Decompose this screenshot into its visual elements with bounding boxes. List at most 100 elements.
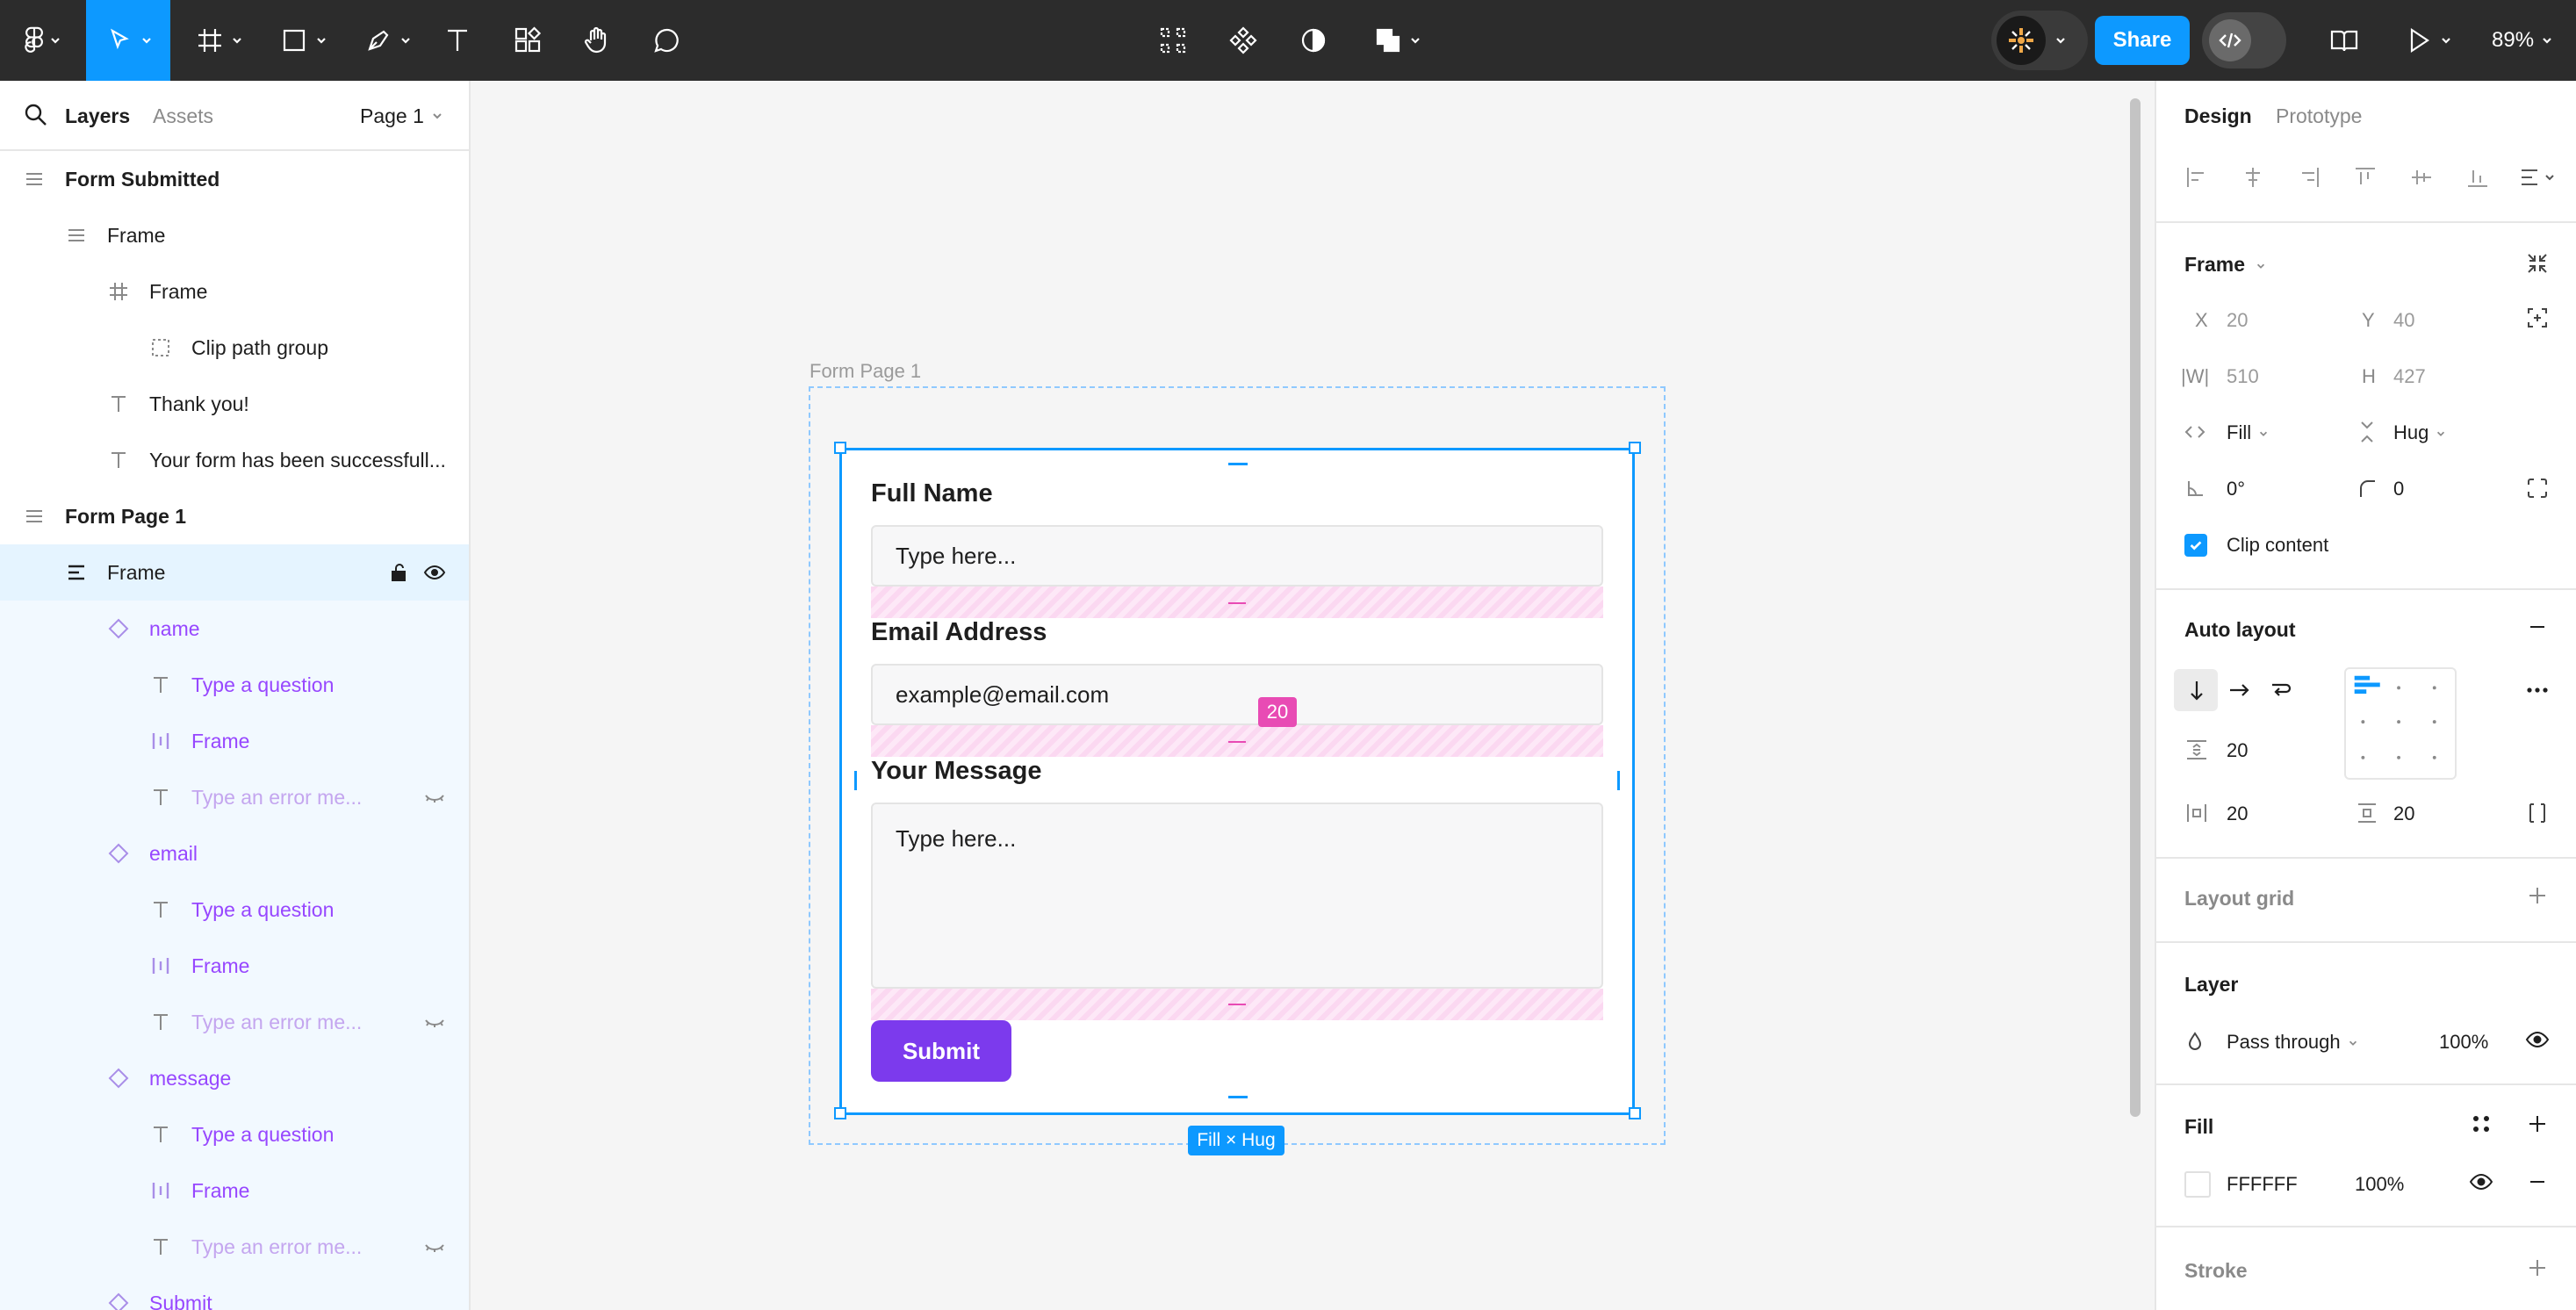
vertical-sizing-select[interactable]: Hug bbox=[2393, 421, 2446, 444]
layer-row[interactable]: Type an error me... bbox=[0, 769, 469, 825]
add-layout-grid-icon[interactable] bbox=[2525, 883, 2550, 908]
layer-row[interactable]: message bbox=[0, 1050, 469, 1106]
padding-right-marker[interactable] bbox=[1617, 771, 1620, 790]
canvas-scrollbar[interactable] bbox=[2130, 98, 2141, 1117]
more-options-icon[interactable] bbox=[2525, 678, 2550, 702]
y-input[interactable]: 40 bbox=[2393, 309, 2414, 332]
gap-input[interactable]: 20 bbox=[2227, 739, 2248, 762]
submit-button[interactable]: Submit bbox=[871, 1020, 1011, 1082]
move-tool-button[interactable] bbox=[86, 0, 170, 81]
wrap-icon[interactable] bbox=[2269, 678, 2293, 702]
layer-row[interactable]: Type an error me... bbox=[0, 994, 469, 1050]
remove-fill-icon[interactable] bbox=[2525, 1170, 2550, 1194]
frame-label[interactable]: Form Page 1 bbox=[809, 360, 921, 383]
boolean-ops-button[interactable] bbox=[1366, 0, 1428, 81]
clip-content-label[interactable]: Clip content bbox=[2227, 534, 2328, 557]
hidden-icon[interactable] bbox=[423, 786, 446, 809]
resize-handle-top-right[interactable] bbox=[1629, 442, 1641, 454]
resize-to-fit-icon[interactable] bbox=[2525, 251, 2550, 276]
tab-layers[interactable]: Layers bbox=[65, 81, 130, 151]
eye-icon[interactable] bbox=[2469, 1170, 2493, 1194]
resources-button[interactable] bbox=[509, 0, 546, 81]
distribute-icon[interactable] bbox=[2518, 165, 2557, 190]
layer-row[interactable]: Frame bbox=[0, 544, 469, 601]
layer-row[interactable]: Form Page 1 bbox=[0, 488, 469, 544]
rotation-input[interactable]: 0° bbox=[2227, 478, 2245, 500]
padding-top-marker[interactable] bbox=[1228, 463, 1248, 465]
align-center-h-icon[interactable] bbox=[2241, 165, 2265, 190]
dev-mode-toggle[interactable] bbox=[2202, 12, 2286, 68]
horizontal-padding-input[interactable]: 20 bbox=[2227, 803, 2248, 825]
layer-opacity-input[interactable]: 100% bbox=[2439, 1031, 2488, 1054]
layer-row[interactable]: Clip path group bbox=[0, 320, 469, 376]
layer-row[interactable]: Frame bbox=[0, 938, 469, 994]
add-fill-icon[interactable] bbox=[2525, 1112, 2550, 1136]
independent-corners-icon[interactable] bbox=[2525, 476, 2550, 500]
fill-hex-input[interactable]: FFFFFF bbox=[2227, 1173, 2298, 1196]
eye-icon[interactable] bbox=[423, 561, 446, 584]
layer-row[interactable]: Frame bbox=[0, 263, 469, 320]
tab-assets[interactable]: Assets bbox=[153, 81, 213, 151]
padding-left-marker[interactable] bbox=[854, 771, 857, 790]
padding-bottom-marker[interactable] bbox=[1228, 1096, 1248, 1098]
layer-row[interactable]: Thank you! bbox=[0, 376, 469, 432]
text-tool-button[interactable] bbox=[439, 0, 476, 81]
message-textarea[interactable]: Type here... bbox=[871, 803, 1603, 989]
layer-row[interactable]: Type a question bbox=[0, 1106, 469, 1162]
horizontal-sizing-select[interactable]: Fill bbox=[2227, 421, 2269, 444]
pen-tool-button[interactable] bbox=[355, 0, 420, 81]
search-icon[interactable] bbox=[23, 102, 49, 128]
align-bottom-icon[interactable] bbox=[2465, 165, 2490, 190]
fill-opacity-input[interactable]: 100% bbox=[2355, 1173, 2404, 1196]
components-button[interactable] bbox=[1224, 0, 1263, 81]
avatar[interactable] bbox=[1997, 16, 2046, 65]
hidden-icon[interactable] bbox=[423, 1235, 446, 1258]
layer-row[interactable]: Frame bbox=[0, 713, 469, 769]
align-center-v-icon[interactable] bbox=[2409, 165, 2434, 190]
contrast-button[interactable] bbox=[1294, 0, 1333, 81]
resize-handle-bottom-right[interactable] bbox=[1629, 1107, 1641, 1119]
layer-row[interactable]: Submit bbox=[0, 1275, 469, 1310]
layer-row[interactable]: Type a question bbox=[0, 882, 469, 938]
layer-row[interactable]: email bbox=[0, 825, 469, 882]
h-input[interactable]: 427 bbox=[2393, 365, 2426, 388]
gap-marker[interactable] bbox=[1228, 602, 1246, 604]
library-button[interactable] bbox=[2325, 0, 2364, 81]
styles-icon[interactable] bbox=[2469, 1112, 2493, 1136]
resize-handle-top-left[interactable] bbox=[834, 442, 846, 454]
layer-row[interactable]: Type an error me... bbox=[0, 1219, 469, 1275]
component-grid-button[interactable] bbox=[1154, 0, 1192, 81]
full-name-input[interactable]: Type here... bbox=[871, 525, 1603, 587]
align-top-icon[interactable] bbox=[2353, 165, 2378, 190]
email-input[interactable]: example@email.com bbox=[871, 664, 1603, 725]
hand-tool-button[interactable] bbox=[578, 0, 616, 81]
chevron-down-icon[interactable] bbox=[2054, 34, 2067, 47]
individual-padding-icon[interactable] bbox=[2525, 801, 2550, 825]
x-input[interactable]: 20 bbox=[2227, 309, 2248, 332]
fill-color-swatch[interactable] bbox=[2184, 1171, 2211, 1198]
page-selector[interactable]: Page 1 bbox=[360, 81, 443, 151]
present-button[interactable] bbox=[2402, 0, 2453, 81]
w-input[interactable]: 510 bbox=[2227, 365, 2259, 388]
eye-icon[interactable] bbox=[2525, 1027, 2550, 1052]
layer-row[interactable]: Type a question bbox=[0, 657, 469, 713]
zoom-level[interactable]: 89% bbox=[2492, 0, 2553, 81]
unlock-icon[interactable] bbox=[388, 561, 411, 584]
tab-design[interactable]: Design bbox=[2184, 81, 2252, 151]
resize-handle-bottom-left[interactable] bbox=[834, 1107, 846, 1119]
layer-row[interactable]: Form Submitted bbox=[0, 151, 469, 207]
shape-tool-button[interactable] bbox=[270, 0, 335, 81]
frame-tool-button[interactable] bbox=[186, 0, 251, 81]
gap-marker[interactable] bbox=[1228, 1004, 1246, 1005]
remove-auto-layout-icon[interactable] bbox=[2525, 615, 2550, 639]
alignment-grid[interactable] bbox=[2344, 667, 2457, 780]
comment-tool-button[interactable] bbox=[648, 0, 687, 81]
absolute-position-icon[interactable] bbox=[2525, 306, 2550, 330]
align-left-icon[interactable] bbox=[2184, 165, 2209, 190]
tab-prototype[interactable]: Prototype bbox=[2276, 81, 2362, 151]
share-button[interactable]: Share bbox=[2095, 16, 2190, 65]
clip-content-checkbox[interactable] bbox=[2184, 534, 2207, 557]
frame-section-title[interactable]: Frame bbox=[2184, 253, 2266, 277]
add-stroke-icon[interactable] bbox=[2525, 1256, 2550, 1280]
gap-marker[interactable] bbox=[1228, 741, 1246, 743]
